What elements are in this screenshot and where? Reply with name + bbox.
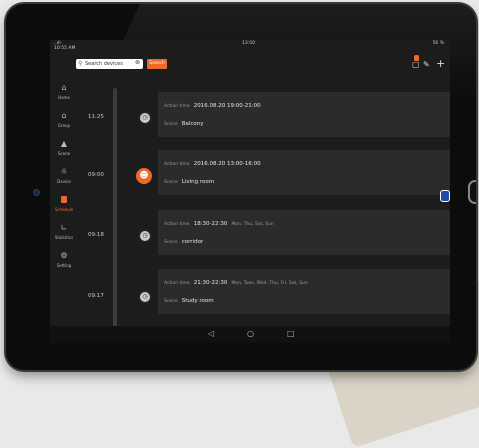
home-icon: ⌂: [61, 83, 67, 92]
scene-label: Scene: [164, 299, 178, 304]
home-circle-icon[interactable]: ○: [247, 329, 254, 338]
status-time-small: 10:55 AM: [54, 46, 76, 51]
scene-row: Scene Balcony: [164, 121, 204, 127]
action-time-row: Action time 2016.08.20 19:00-21:00: [164, 103, 261, 109]
schedule-card[interactable]: Action time 2016.08.20 19:00-21:00 Scene B…: [158, 92, 450, 137]
clock-icon: ◷: [138, 290, 152, 304]
repeat-days: Mon, Thu, Sat, Sun: [231, 222, 274, 227]
status-time: 13:50: [242, 41, 255, 46]
sidebar-item-scene[interactable]: ▲ Scene: [50, 136, 78, 166]
repeat-days: Mon, Tues, Wed, Thu, Fri, Sat, Sun: [231, 281, 308, 286]
sidebar-item-label: Setting: [56, 263, 72, 268]
clear-icon[interactable]: ⊗: [135, 59, 140, 66]
statistics-icon: ∟: [60, 223, 68, 232]
clock-icon: ◷: [138, 229, 152, 243]
scene-label: Scene: [164, 122, 178, 127]
scene-value: Living room: [181, 179, 215, 185]
home-hardware-button[interactable]: [468, 180, 476, 204]
edit-icon[interactable]: ✎: [423, 60, 430, 69]
action-time-label: Action time: [164, 104, 190, 109]
action-time-value: 21:30-22:30: [193, 280, 228, 286]
action-time-row: Action time 21:30-22:30 Mon, Tues, Wed, Th…: [164, 280, 308, 286]
entry-time: 09:18: [88, 232, 104, 238]
action-time-label: Action time: [164, 162, 190, 167]
scene-row: Scene corridor: [164, 239, 203, 245]
search-placeholder: Search devices: [85, 61, 123, 67]
sidebar-item-label: Schedule: [54, 207, 74, 212]
person-icon: ☻: [134, 166, 154, 186]
sidebar-item-label: Device: [57, 179, 71, 184]
sidebar-item-label: Statistics: [54, 235, 74, 240]
scene-icon: ▲: [60, 139, 68, 148]
action-time-row: Action time 18:30-22:30 Mon, Thu, Sat, Sun: [164, 221, 274, 227]
search-button[interactable]: Search: [147, 59, 167, 69]
message-icon[interactable]: ▢: [412, 60, 420, 69]
sidebar-item-label: Home: [58, 95, 70, 100]
scene-row: Scene Living room: [164, 179, 214, 185]
front-camera: [34, 190, 39, 195]
sidebar-item-label: Group: [57, 123, 71, 128]
search-icon: ⚲: [78, 60, 83, 67]
timeline-track: [113, 88, 117, 343]
status-bar: ..ıll 10:55 AM 13:50 56 %: [50, 40, 450, 51]
schedule-card[interactable]: Action time 18:30-22:30 Mon, Thu, Sat, Sun…: [158, 210, 450, 255]
sidebar-item-schedule[interactable]: Schedule: [50, 192, 78, 222]
entry-time: 09:00: [88, 172, 104, 178]
action-time-label: Action time: [164, 281, 190, 286]
schedule-icon: [60, 196, 69, 204]
scene-value: corridor: [181, 239, 204, 245]
device-icon: ☼: [60, 167, 68, 176]
action-time-value: 18:30-22:30: [193, 221, 228, 227]
sidebar-item-setting[interactable]: ⚙ Setting: [50, 248, 78, 278]
search-input[interactable]: ⚲ Search devices ⊗: [76, 59, 143, 69]
back-icon[interactable]: ◁: [208, 329, 214, 338]
group-icon: ⌂: [61, 111, 67, 120]
tablet-frame: ..ıll 10:55 AM 13:50 56 % ⚲ Search devic…: [6, 4, 476, 370]
scene-value: Balcony: [181, 121, 204, 127]
scene-label: Scene: [164, 240, 178, 245]
add-icon[interactable]: +: [436, 57, 445, 70]
sidebar-item-device[interactable]: ☼ Device: [50, 164, 78, 194]
entry-time: 09:17: [88, 293, 104, 299]
scene-label: Scene: [164, 180, 178, 185]
setting-icon: ⚙: [60, 251, 68, 260]
action-time-value: 2016.08.20 19:00-21:00: [193, 103, 261, 109]
scene-row: Scene Study room: [164, 298, 214, 304]
entry-time: 11:25: [88, 114, 104, 120]
battery-text: 56 %: [432, 41, 444, 46]
sidebar-item-label: Scene: [57, 151, 71, 156]
action-time-row: Action time 2016.08.20 13:00-16:00: [164, 161, 261, 167]
android-nav-bar: ◁ ○ □: [50, 326, 450, 343]
floating-toggle[interactable]: [440, 190, 450, 202]
action-time-value: 2016.08.20 13:00-16:00: [193, 161, 261, 167]
top-bar: ⚲ Search devices ⊗ Search ▢ ✎ +: [50, 52, 450, 82]
clock-icon: ◷: [138, 111, 152, 125]
sidebar-nav: ⌂ Home ⌂ Group ▲ Scene ☼ Device Schedule…: [50, 80, 78, 343]
app-screen: ..ıll 10:55 AM 13:50 56 % ⚲ Search devic…: [50, 40, 450, 343]
sidebar-item-group[interactable]: ⌂ Group: [50, 108, 78, 138]
scene-value: Study room: [181, 298, 214, 304]
schedule-card[interactable]: Action time 2016.08.20 13:00-16:00 Scene L…: [158, 150, 450, 195]
schedule-card[interactable]: Action time 21:30-22:30 Mon, Tues, Wed, Th…: [158, 269, 450, 314]
sidebar-item-statistics[interactable]: ∟ Statistics: [50, 220, 78, 250]
recents-icon[interactable]: □: [287, 329, 295, 338]
action-time-label: Action time: [164, 222, 190, 227]
sidebar-item-home[interactable]: ⌂ Home: [50, 80, 78, 110]
